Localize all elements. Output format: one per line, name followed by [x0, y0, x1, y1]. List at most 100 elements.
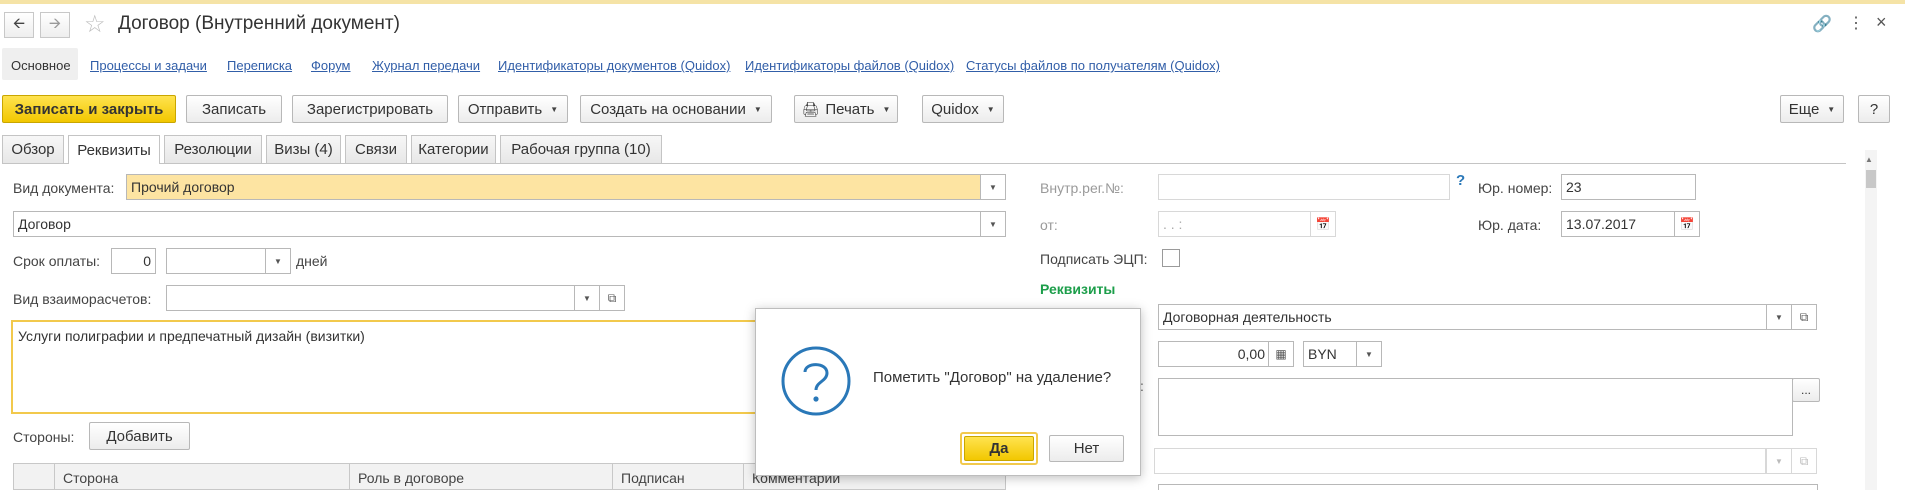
nav-link-processes[interactable]: Процессы и задачи [90, 58, 207, 73]
doc-type-field[interactable]: Прочий договор [126, 174, 981, 200]
settlement-dropdown[interactable]: ▼ [574, 285, 600, 311]
back-button[interactable]: 🡨 [4, 12, 34, 38]
chevron-down-icon: ▼ [274, 256, 282, 266]
send-button-label: Отправить [467, 100, 543, 118]
description-textarea[interactable]: Услуги полиграфии и предпечатный дизайн … [11, 320, 757, 414]
notes-ellipsis-button[interactable]: ... [1792, 378, 1820, 402]
help-question-mark[interactable]: ? [1456, 172, 1465, 189]
tab-visas[interactable]: Визы (4) [266, 135, 341, 163]
forward-button[interactable]: 🡪 [40, 12, 70, 38]
nav-link-main[interactable]: Основное [11, 58, 71, 73]
add-party-button[interactable]: Добавить [89, 422, 190, 450]
tab-resolutions[interactable]: Резолюции [164, 135, 262, 163]
disabled-field [1154, 448, 1766, 474]
save-button[interactable]: Записать [186, 95, 282, 123]
page-title: Договор (Внутренний документ) [118, 13, 400, 34]
legal-number-field[interactable]: 23 [1561, 174, 1696, 200]
scrollbar-track[interactable] [1865, 150, 1877, 490]
sign-ecp-label: Подписать ЭЦП: [1040, 251, 1148, 267]
currency-field[interactable]: BYN [1303, 341, 1358, 367]
chevron-down-icon: ▼ [1775, 312, 1783, 322]
nav-link-doc-ids[interactable]: Идентификаторы документов (Quidox) [498, 58, 730, 73]
settlement-field[interactable] [166, 285, 575, 311]
calendar-icon: 📅 [1315, 217, 1331, 231]
chevron-down-icon: ▼ [753, 104, 762, 114]
tab-links[interactable]: Связи [345, 135, 407, 163]
payment-term-unit: дней [296, 253, 328, 269]
window-top-border [0, 0, 1905, 4]
table-header-marker [13, 463, 55, 490]
quidox-button[interactable]: Quidox ▼ [922, 95, 1004, 123]
more-button[interactable]: Еще ▼ [1780, 95, 1844, 123]
help-button[interactable]: ? [1858, 95, 1890, 123]
activity-field[interactable]: Договорная деятельность [1158, 304, 1767, 330]
print-button-label: Печать [825, 100, 875, 118]
nav-link-correspondence[interactable]: Переписка [227, 58, 292, 73]
no-button[interactable]: Нет [1049, 435, 1124, 462]
from-label: от: [1040, 217, 1058, 233]
activity-open-button[interactable]: ⧉ [1791, 304, 1817, 330]
print-button[interactable]: 🖨 Печать ▼ [794, 95, 898, 123]
bottom-partial-field[interactable] [1158, 484, 1818, 490]
chevron-down-icon: ▼ [989, 219, 997, 229]
payment-term-period-field[interactable] [166, 248, 266, 274]
save-and-close-button[interactable]: Записать и закрыть [2, 95, 176, 123]
confirm-delete-dialog: Пометить "Договор" на удаление? Да Нет [755, 308, 1141, 476]
tab-requisites[interactable]: Реквизиты [68, 135, 160, 164]
more-vertical-icon[interactable]: ⋮ [1848, 13, 1864, 33]
tab-categories[interactable]: Категории [411, 135, 496, 163]
legal-date-calendar-button[interactable]: 📅 [1674, 211, 1700, 237]
tabs-baseline [2, 163, 1846, 164]
tab-overview[interactable]: Обзор [2, 135, 64, 163]
scroll-up-icon[interactable]: ▲ [1865, 155, 1873, 164]
amount-calculator-button[interactable]: ▦ [1268, 341, 1294, 367]
yes-button[interactable]: Да [964, 436, 1034, 461]
sign-ecp-checkbox[interactable] [1162, 249, 1180, 267]
create-based-button[interactable]: Создать на основании ▼ [580, 95, 772, 123]
legal-date-field[interactable]: 13.07.2017 [1561, 211, 1676, 237]
notes-textarea[interactable] [1158, 378, 1793, 436]
link-icon[interactable]: 🔗 [1812, 14, 1832, 34]
open-form-icon: ⧉ [607, 290, 617, 305]
printer-icon: 🖨 [801, 100, 820, 117]
question-icon [781, 346, 851, 416]
amount-field[interactable]: 0,00 [1158, 341, 1270, 367]
activity-dropdown[interactable]: ▼ [1766, 304, 1792, 330]
internal-reg-field [1158, 174, 1450, 200]
chevron-down-icon: ▼ [1775, 456, 1783, 466]
nav-link-file-statuses[interactable]: Статусы файлов по получателям (Quidox) [966, 58, 1220, 73]
internal-reg-label: Внутр.рег.№: [1040, 180, 1124, 196]
doc-type-dropdown[interactable]: ▼ [980, 174, 1006, 200]
table-header-party[interactable]: Сторона [54, 463, 350, 490]
doc-kind-dropdown[interactable]: ▼ [980, 211, 1006, 237]
quidox-button-label: Quidox [931, 100, 979, 118]
chevron-down-icon: ▼ [1365, 349, 1373, 359]
arrow-right-icon: 🡪 [48, 14, 62, 32]
table-header-signed[interactable]: Подписан [612, 463, 744, 490]
settlement-open-button[interactable]: ⧉ [599, 285, 625, 311]
nav-link-forum[interactable]: Форум [311, 58, 351, 73]
disabled-dropdown: ▼ [1766, 448, 1792, 474]
chevron-down-icon: ▼ [1827, 104, 1836, 114]
legal-date-label: Юр. дата: [1478, 217, 1542, 233]
send-button[interactable]: Отправить ▼ [458, 95, 568, 123]
doc-kind-field[interactable]: Договор [13, 211, 981, 237]
requisites-section-header: Реквизиты [1040, 281, 1116, 297]
table-header-role[interactable]: Роль в договоре [349, 463, 613, 490]
calendar-icon: 📅 [1679, 217, 1695, 231]
scrollbar-thumb[interactable] [1866, 170, 1876, 188]
register-button[interactable]: Зарегистрировать [292, 95, 448, 123]
chevron-down-icon: ▼ [583, 293, 591, 303]
calculator-icon: ▦ [1275, 347, 1287, 361]
favorite-star-icon[interactable]: ☆ [84, 10, 106, 39]
nav-link-file-ids[interactable]: Идентификаторы файлов (Quidox) [745, 58, 954, 73]
payment-term-period-dropdown[interactable]: ▼ [265, 248, 291, 274]
tab-workgroup[interactable]: Рабочая группа (10) [500, 135, 662, 163]
chevron-down-icon: ▼ [550, 104, 559, 114]
legal-number-label: Юр. номер: [1478, 180, 1553, 196]
more-button-label: Еще [1788, 100, 1820, 118]
currency-dropdown[interactable]: ▼ [1356, 341, 1382, 367]
payment-term-field[interactable]: 0 [111, 248, 156, 274]
nav-link-transfer-log[interactable]: Журнал передачи [372, 58, 480, 73]
close-icon[interactable]: × [1876, 12, 1887, 33]
